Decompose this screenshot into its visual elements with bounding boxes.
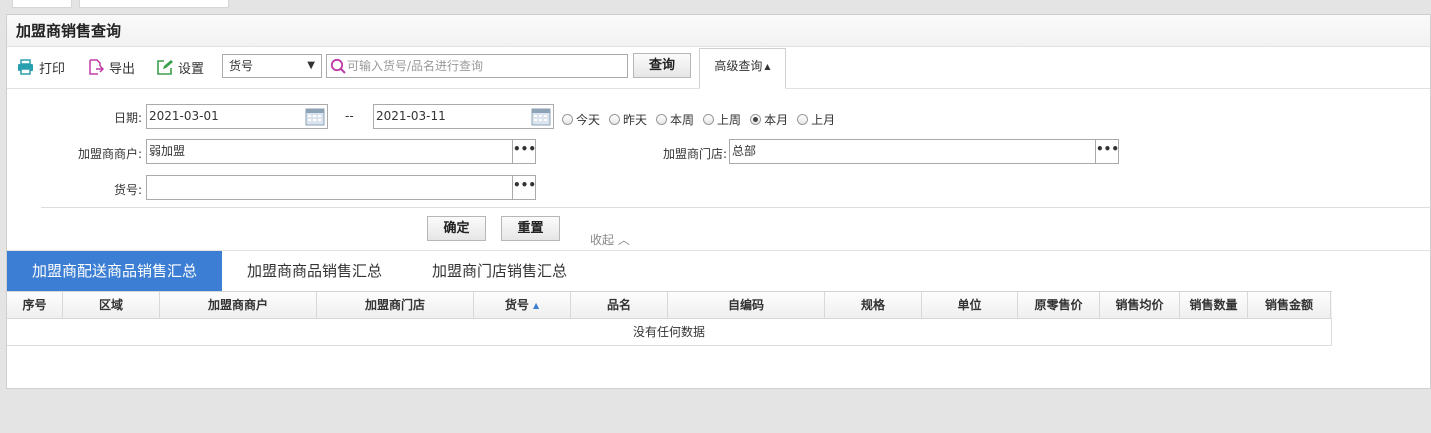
- col-header[interactable]: 规格: [825, 292, 922, 318]
- dropdown-arrow-icon: ▼: [307, 60, 315, 71]
- radio-label: 本月: [764, 113, 789, 127]
- radio-this-week[interactable]: 本周: [656, 111, 694, 128]
- edit-settings-icon: [155, 58, 173, 76]
- grid-empty-message: 没有任何数据: [7, 319, 1332, 346]
- data-grid: 序号 区域 加盟商商户 加盟商门店 货号 ▲ 品名 自编码 规格 单位 原零售价…: [7, 291, 1332, 346]
- tab-product-summary[interactable]: 加盟商商品销售汇总: [222, 251, 407, 291]
- settings-button[interactable]: 设置: [155, 57, 204, 77]
- date-range-separator: --: [345, 109, 354, 123]
- radio-last-week[interactable]: 上周: [703, 111, 741, 128]
- search-field-select[interactable]: 货号 ▼: [222, 54, 322, 78]
- period-radio-group: 今天 昨天 本周 上周 本月 上月: [562, 111, 844, 128]
- more-picker-button[interactable]: •••: [1095, 140, 1119, 163]
- top-tab-active[interactable]: [79, 0, 229, 8]
- collapse-toggle[interactable]: 收起 ︿: [590, 231, 630, 248]
- radio-label: 今天: [576, 113, 601, 127]
- top-tab-left[interactable]: [12, 0, 72, 8]
- col-header[interactable]: 销售均价: [1100, 292, 1180, 318]
- calendar-icon[interactable]: [531, 107, 551, 126]
- date-to-field[interactable]: 2021-03-11: [373, 104, 554, 129]
- export-button[interactable]: 导出: [86, 57, 135, 77]
- search-icon: [330, 58, 346, 77]
- col-header-sorted[interactable]: 货号 ▲: [474, 292, 571, 318]
- radio-label: 上月: [811, 113, 836, 127]
- grid-header: 序号 区域 加盟商商户 加盟商门店 货号 ▲ 品名 自编码 规格 单位 原零售价…: [7, 292, 1332, 319]
- col-header[interactable]: 加盟商门店: [317, 292, 474, 318]
- more-picker-button[interactable]: •••: [512, 176, 536, 199]
- search-box: [326, 54, 628, 78]
- report-tabs: 加盟商配送商品销售汇总 加盟商商品销售汇总 加盟商门店销售汇总: [7, 250, 1430, 291]
- col-header[interactable]: 单位: [922, 292, 1018, 318]
- merchant-label: 加盟商商户:: [77, 147, 142, 161]
- merchant-field[interactable]: 弱加盟 •••: [146, 139, 536, 164]
- radio-circle: [656, 114, 668, 125]
- col-header[interactable]: 加盟商商户: [160, 292, 317, 318]
- sku-field[interactable]: •••: [146, 175, 536, 200]
- radio-today[interactable]: 今天: [562, 111, 600, 128]
- date-from-value: 2021-03-01: [149, 109, 219, 123]
- confirm-button[interactable]: 确定: [427, 216, 486, 241]
- radio-last-month[interactable]: 上月: [797, 111, 835, 128]
- advanced-query-label: 高级查询: [714, 59, 763, 73]
- date-to-value: 2021-03-11: [376, 109, 446, 123]
- radio-label: 本周: [670, 113, 695, 127]
- sort-asc-icon: ▲: [533, 301, 540, 310]
- advanced-query-tab[interactable]: 高级查询 ▲: [699, 48, 786, 89]
- col-header[interactable]: 品名: [571, 292, 668, 318]
- tab-delivery-summary[interactable]: 加盟商配送商品销售汇总: [7, 251, 222, 291]
- toolbar: 打印 导出 设置 货号 ▼ 查询 高级查询▲: [7, 48, 1430, 89]
- settings-label: 设置: [178, 61, 205, 77]
- printer-icon: [16, 58, 34, 76]
- date-from-field[interactable]: 2021-03-01: [146, 104, 328, 129]
- date-label: 日期:: [113, 111, 142, 125]
- form-divider: [41, 207, 1431, 208]
- main-panel: 加盟商销售查询 打印 导出 设置 货号 ▼ 可输入货号/品名进行查询 查询 高级…: [6, 14, 1431, 389]
- radio-label: 昨天: [623, 113, 648, 127]
- query-button[interactable]: 查询: [633, 53, 691, 78]
- search-input[interactable]: [347, 55, 625, 77]
- radio-circle: [609, 114, 621, 125]
- caret-up-icon: ▲: [764, 62, 771, 71]
- radio-label: 上周: [717, 113, 742, 127]
- advanced-form: 日期: 2021-03-01 -- 2021-03-11 今天 昨天 本周 上周…: [7, 90, 1431, 250]
- col-header[interactable]: 区域: [63, 292, 160, 318]
- col-header[interactable]: 自编码: [668, 292, 825, 318]
- col-header[interactable]: 销售金额: [1248, 292, 1331, 318]
- print-label: 打印: [39, 61, 66, 77]
- merchant-value: 弱加盟: [149, 144, 186, 158]
- col-header[interactable]: 序号: [7, 292, 63, 318]
- store-field[interactable]: 总部 •••: [729, 139, 1119, 164]
- export-icon: [86, 58, 104, 76]
- store-value: 总部: [732, 144, 757, 158]
- radio-this-month[interactable]: 本月: [750, 111, 788, 128]
- tab-store-summary[interactable]: 加盟商门店销售汇总: [407, 251, 592, 291]
- calendar-icon[interactable]: [305, 107, 325, 126]
- page-title: 加盟商销售查询: [7, 15, 1430, 47]
- col-header[interactable]: 销售数量: [1180, 292, 1248, 318]
- top-strip: [0, 0, 1431, 14]
- search-field-value: 货号: [229, 59, 254, 73]
- print-button[interactable]: 打印: [16, 57, 65, 77]
- radio-circle: [797, 114, 809, 125]
- export-label: 导出: [109, 61, 136, 77]
- radio-yesterday[interactable]: 昨天: [609, 111, 647, 128]
- col-header[interactable]: 原零售价: [1018, 292, 1100, 318]
- store-label: 加盟商门店:: [662, 147, 727, 161]
- sku-label: 货号:: [113, 183, 142, 197]
- radio-circle: [562, 114, 573, 125]
- reset-button[interactable]: 重置: [501, 216, 560, 241]
- radio-circle: [703, 114, 715, 125]
- more-picker-button[interactable]: •••: [512, 140, 536, 163]
- radio-circle-checked: [750, 114, 762, 125]
- col-header-label: 货号: [504, 298, 529, 312]
